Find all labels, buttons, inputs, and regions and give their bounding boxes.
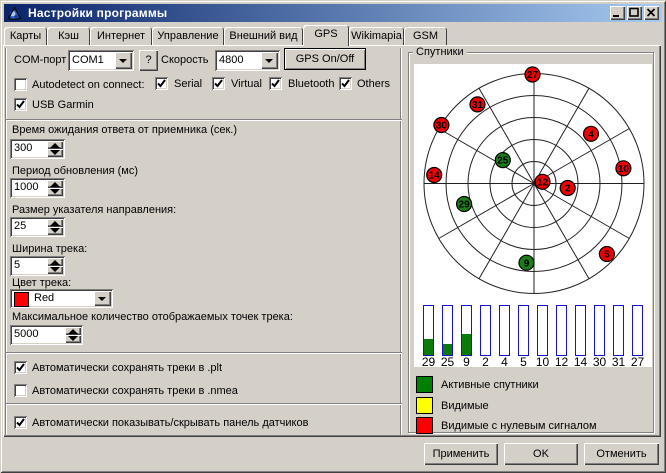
svg-text:4: 4 bbox=[588, 129, 594, 140]
svg-text:5: 5 bbox=[604, 250, 610, 261]
svg-text:25: 25 bbox=[497, 156, 509, 167]
svg-text:25: 25 bbox=[441, 355, 455, 367]
svg-text:29: 29 bbox=[459, 200, 471, 211]
svg-text:31: 31 bbox=[472, 100, 484, 111]
svg-text:27: 27 bbox=[631, 355, 645, 367]
svg-text:2: 2 bbox=[482, 355, 489, 367]
svg-text:29: 29 bbox=[422, 355, 436, 367]
svg-text:14: 14 bbox=[574, 355, 588, 367]
svg-text:4: 4 bbox=[501, 355, 508, 367]
svg-text:10: 10 bbox=[618, 164, 630, 175]
svg-text:9: 9 bbox=[524, 258, 530, 269]
svg-text:10: 10 bbox=[536, 355, 550, 367]
svg-text:12: 12 bbox=[555, 355, 569, 367]
svg-text:30: 30 bbox=[436, 121, 448, 132]
svg-text:27: 27 bbox=[527, 70, 539, 81]
svg-text:14: 14 bbox=[429, 171, 441, 182]
svg-text:5: 5 bbox=[520, 355, 527, 367]
svg-text:9: 9 bbox=[463, 355, 470, 367]
svg-text:2: 2 bbox=[565, 184, 571, 195]
svg-text:30: 30 bbox=[593, 355, 607, 367]
svg-text:31: 31 bbox=[612, 355, 626, 367]
svg-text:12: 12 bbox=[537, 177, 549, 188]
